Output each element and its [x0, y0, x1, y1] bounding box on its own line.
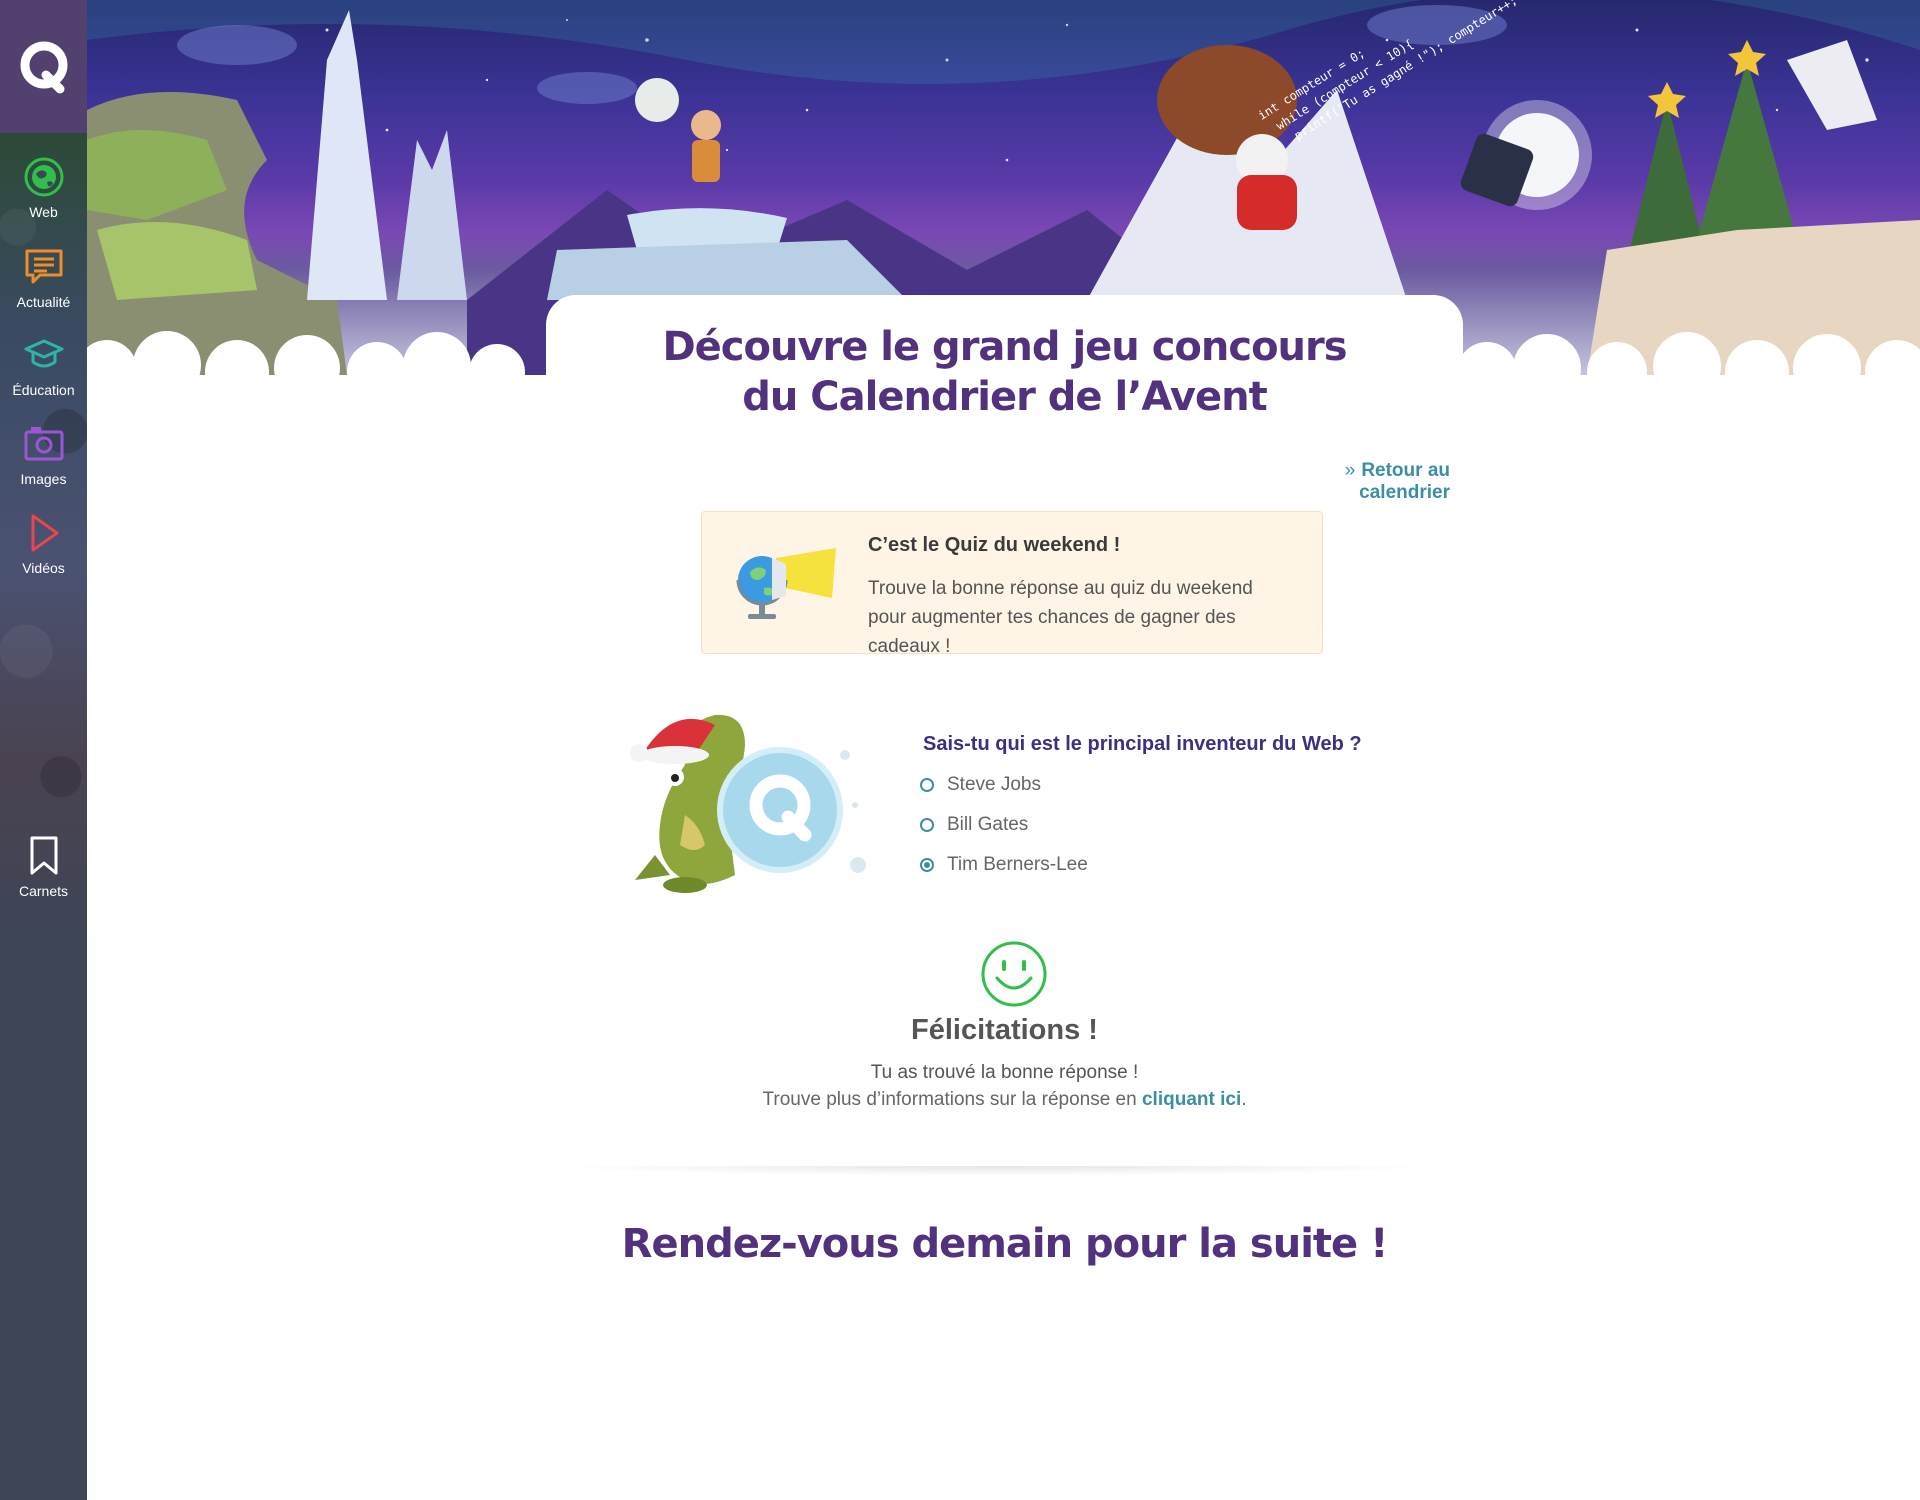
radio-button[interactable] [920, 818, 934, 832]
sidebar-item-carnets[interactable]: Carnets [0, 835, 87, 899]
news-icon [25, 249, 62, 284]
quiz-option-label: Tim Berners-Lee [947, 854, 1088, 875]
bookmark-icon [30, 836, 57, 875]
page-title: Découvre le grand jeu concours du Calend… [546, 322, 1463, 422]
double-chevron-right-icon: » [1344, 460, 1356, 481]
page-title-line: du Calendrier de l’Avent [742, 374, 1267, 420]
globe-spotlight-icon [736, 548, 836, 619]
sidebar-item-actualite[interactable]: Actualité [0, 246, 87, 310]
quiz-option[interactable]: Bill Gates [920, 814, 1028, 836]
sidebar-item-videos[interactable]: Vidéos [0, 512, 87, 576]
sidebar-item-label: Images [20, 471, 67, 487]
sidebar-item-images[interactable]: Images [0, 423, 87, 487]
info-title: C’est le Quiz du weekend ! [868, 534, 1121, 556]
radio-button-selected[interactable] [920, 858, 934, 872]
qwant-logo[interactable] [0, 0, 87, 133]
sidebar-item-education[interactable]: Éducation [0, 334, 87, 398]
play-icon [31, 514, 58, 552]
dino-mascot-illustration [630, 714, 866, 893]
quiz-option-label: Steve Jobs [947, 774, 1041, 795]
web-globe-icon [24, 157, 63, 197]
sidebar-item-label: Éducation [12, 382, 75, 398]
result-message: Tu as trouvé la bonne réponse ! [870, 1062, 1139, 1083]
quiz-option[interactable]: Tim Berners-Lee [920, 854, 1088, 876]
radio-button[interactable] [920, 778, 934, 792]
result-more-info-suffix: . [1241, 1089, 1247, 1110]
back-to-calendar-link[interactable]: » Retour au calendrier [1250, 460, 1450, 504]
see-you-tomorrow-title: Rendez-vous demain pour la suite ! [621, 1221, 1389, 1267]
info-text: Trouve la bonne réponse au quiz du weeke… [868, 578, 1253, 657]
weekend-quiz-info: C’est le Quiz du weekend ! Trouve la bon… [701, 511, 1323, 657]
quiz-option-label: Bill Gates [947, 814, 1029, 835]
section-divider [548, 1166, 1448, 1176]
graduation-cap-icon [24, 339, 63, 368]
more-info-link[interactable]: cliquant ici [1142, 1089, 1241, 1110]
camera-icon [24, 427, 63, 461]
back-link-label: Retour au calendrier [1359, 460, 1450, 503]
congratulations-title: Félicitations ! [911, 1014, 1098, 1046]
sidebar-item-label: Vidéos [22, 560, 65, 576]
page-title-line: Découvre le grand jeu concours [662, 324, 1347, 370]
sidebar-item-label: Actualité [16, 294, 71, 310]
sidebar-item-label: Carnets [18, 883, 69, 899]
sidebar-item-web[interactable]: Web [0, 156, 87, 220]
sidebar-item-label: Web [29, 204, 58, 220]
sidebar: Web Actualité Éducation Images Vidéos Ca… [0, 0, 87, 1500]
quiz-question: Sais-tu qui est le principal inventeur d… [923, 733, 1362, 755]
smiley-icon [981, 941, 1047, 1007]
quiz-option[interactable]: Steve Jobs [920, 774, 1041, 796]
qwant-logo-icon [20, 41, 67, 93]
result-more-info: Trouve plus d’informations sur la répons… [546, 1089, 1463, 1111]
result-more-info-text: Trouve plus d’informations sur la répons… [762, 1089, 1142, 1110]
